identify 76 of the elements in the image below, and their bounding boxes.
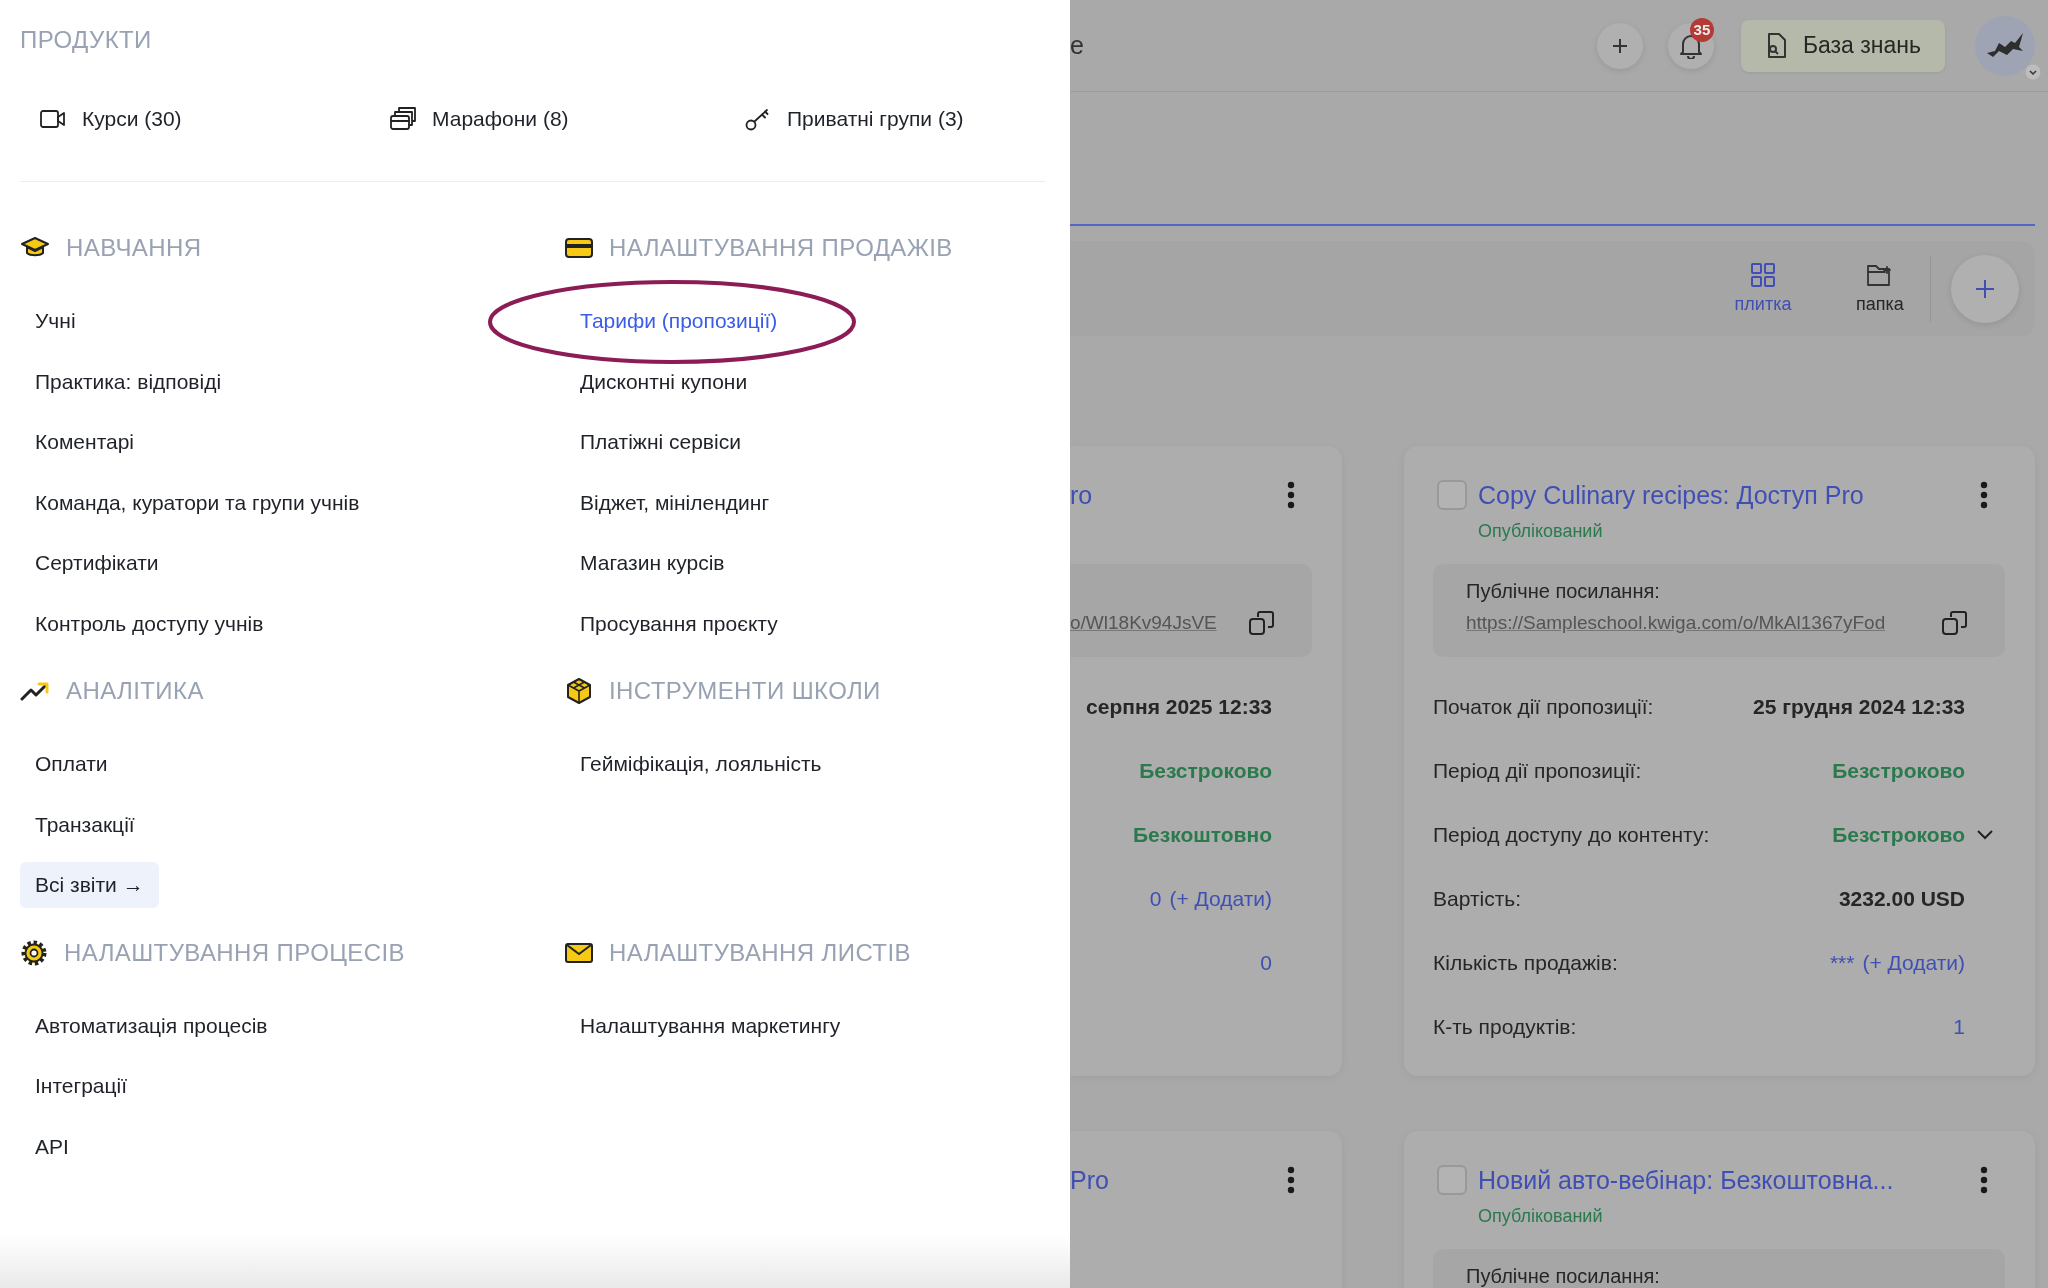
gear-icon bbox=[20, 938, 48, 967]
field-value: Безкоштовно bbox=[1132, 823, 1272, 847]
plus-icon bbox=[1974, 277, 1996, 300]
section-heading: НАВЧАННЯ bbox=[66, 233, 202, 263]
link-label: Публічне посилання: bbox=[1466, 579, 1661, 604]
field-value: 1 bbox=[1953, 1015, 1965, 1039]
section-heading: НАЛАШТУВАННЯ ЛИСТІВ bbox=[609, 937, 911, 968]
folder-plus-icon bbox=[1866, 262, 1894, 288]
menu-link[interactable]: Інтеграції bbox=[35, 1074, 128, 1099]
more-options-icon[interactable] bbox=[1287, 481, 1295, 509]
menu-link[interactable]: Просування проєкту bbox=[580, 611, 778, 636]
menu-link[interactable]: Платіжні сервіси bbox=[580, 430, 741, 455]
product-link[interactable]: Курси (30) bbox=[40, 107, 182, 131]
credit-card-icon bbox=[565, 237, 593, 259]
menu-link[interactable]: Учні bbox=[35, 309, 76, 334]
menu-link[interactable]: Контроль доступу учнів bbox=[35, 611, 264, 636]
field-label: Період дії пропозиції: bbox=[1433, 759, 1642, 783]
checkbox[interactable] bbox=[1437, 480, 1467, 510]
section-heading: АНАЛІТИКА bbox=[66, 676, 204, 706]
notification-badge: 35 bbox=[1689, 17, 1714, 42]
menu-link[interactable]: Налаштування маркетингу bbox=[580, 1013, 841, 1038]
view-tab[interactable]: папка bbox=[1830, 262, 1930, 315]
menu-link[interactable]: Віджет, мінілендинг bbox=[580, 490, 770, 515]
field-label: Період доступу до контенту: bbox=[1433, 823, 1710, 847]
menu-link[interactable]: Автоматизація процесів bbox=[35, 1013, 268, 1038]
field-value: 0 bbox=[1149, 887, 1162, 911]
plus-icon bbox=[1610, 36, 1629, 55]
menu-link[interactable]: Транзакції bbox=[35, 812, 135, 837]
menu-link[interactable]: Сертифікати bbox=[35, 551, 159, 576]
field-value: 0 bbox=[1260, 951, 1272, 975]
more-options-icon[interactable] bbox=[1980, 1166, 1988, 1194]
field-label: Початок дії пропозиції: bbox=[1433, 695, 1654, 719]
field-label: Вартість: bbox=[1433, 887, 1522, 911]
field-value: Безстроково bbox=[1832, 759, 1965, 783]
more-options-icon[interactable] bbox=[1287, 1166, 1295, 1194]
field-label: К-ть продуктів: bbox=[1433, 1015, 1577, 1039]
copy-icon[interactable] bbox=[1248, 609, 1276, 637]
menu-link[interactable]: Дисконтні купони bbox=[580, 369, 748, 394]
field-value: серпня 2025 12:33 bbox=[1086, 695, 1272, 719]
status-label: Опублікований bbox=[1478, 1205, 1604, 1228]
knowledge-base-button[interactable]: База знань bbox=[1740, 19, 1945, 72]
menu-link[interactable]: Коментарі bbox=[35, 430, 135, 455]
section-heading: ПРОДУКТИ bbox=[20, 25, 153, 55]
menu-link[interactable]: API bbox=[35, 1134, 69, 1159]
checkbox[interactable] bbox=[1437, 1165, 1467, 1195]
field-label: Кількість продажів: bbox=[1433, 951, 1618, 975]
menu-link[interactable]: Практика: відповіді bbox=[35, 369, 222, 394]
menu-link[interactable]: Команда, куратори та групи учнів bbox=[35, 490, 360, 515]
more-options-icon[interactable] bbox=[1980, 481, 1988, 509]
field-value: 3232.00 USD bbox=[1838, 887, 1965, 911]
section-heading: ІНСТРУМЕНТИ ШКОЛИ bbox=[609, 676, 881, 706]
field-value: *** bbox=[1829, 951, 1855, 975]
all-reports-button[interactable]: Всі звіти → bbox=[20, 862, 159, 909]
grid-icon bbox=[1750, 262, 1776, 288]
section-heading: НАЛАШТУВАННЯ ПРОДАЖІВ bbox=[609, 233, 953, 263]
cube-icon bbox=[565, 677, 593, 705]
field-value: 25 грудня 2024 12:33 bbox=[1753, 695, 1965, 719]
chevron-down-icon[interactable] bbox=[1976, 829, 1994, 841]
menu-link[interactable]: Магазин курсів bbox=[580, 551, 725, 576]
product-link[interactable]: Марафони (8) bbox=[390, 107, 569, 131]
envelope-icon bbox=[565, 941, 593, 964]
menu-link[interactable]: Оплати bbox=[35, 752, 108, 777]
trend-up-icon bbox=[20, 680, 50, 702]
status-label: Опублікований bbox=[1478, 520, 1604, 543]
field-value: Безстроково bbox=[1139, 759, 1272, 783]
copy-icon[interactable] bbox=[1941, 609, 1969, 637]
page-title: e bbox=[1070, 31, 1084, 60]
stacked-cards-icon bbox=[390, 107, 416, 131]
chevron-down-icon[interactable] bbox=[2025, 63, 2041, 80]
link-label: Публічне посилання: bbox=[1466, 1264, 1661, 1288]
product-link[interactable]: Приватні групи (3) bbox=[745, 107, 964, 131]
section-heading: НАЛАШТУВАННЯ ПРОЦЕСІВ bbox=[64, 937, 405, 968]
video-camera-icon bbox=[40, 108, 66, 130]
menu-link[interactable]: Гейміфікація, лояльність bbox=[580, 752, 822, 777]
menu-link[interactable]: Тарифи (пропозиції) bbox=[580, 309, 778, 334]
key-icon bbox=[745, 107, 771, 131]
